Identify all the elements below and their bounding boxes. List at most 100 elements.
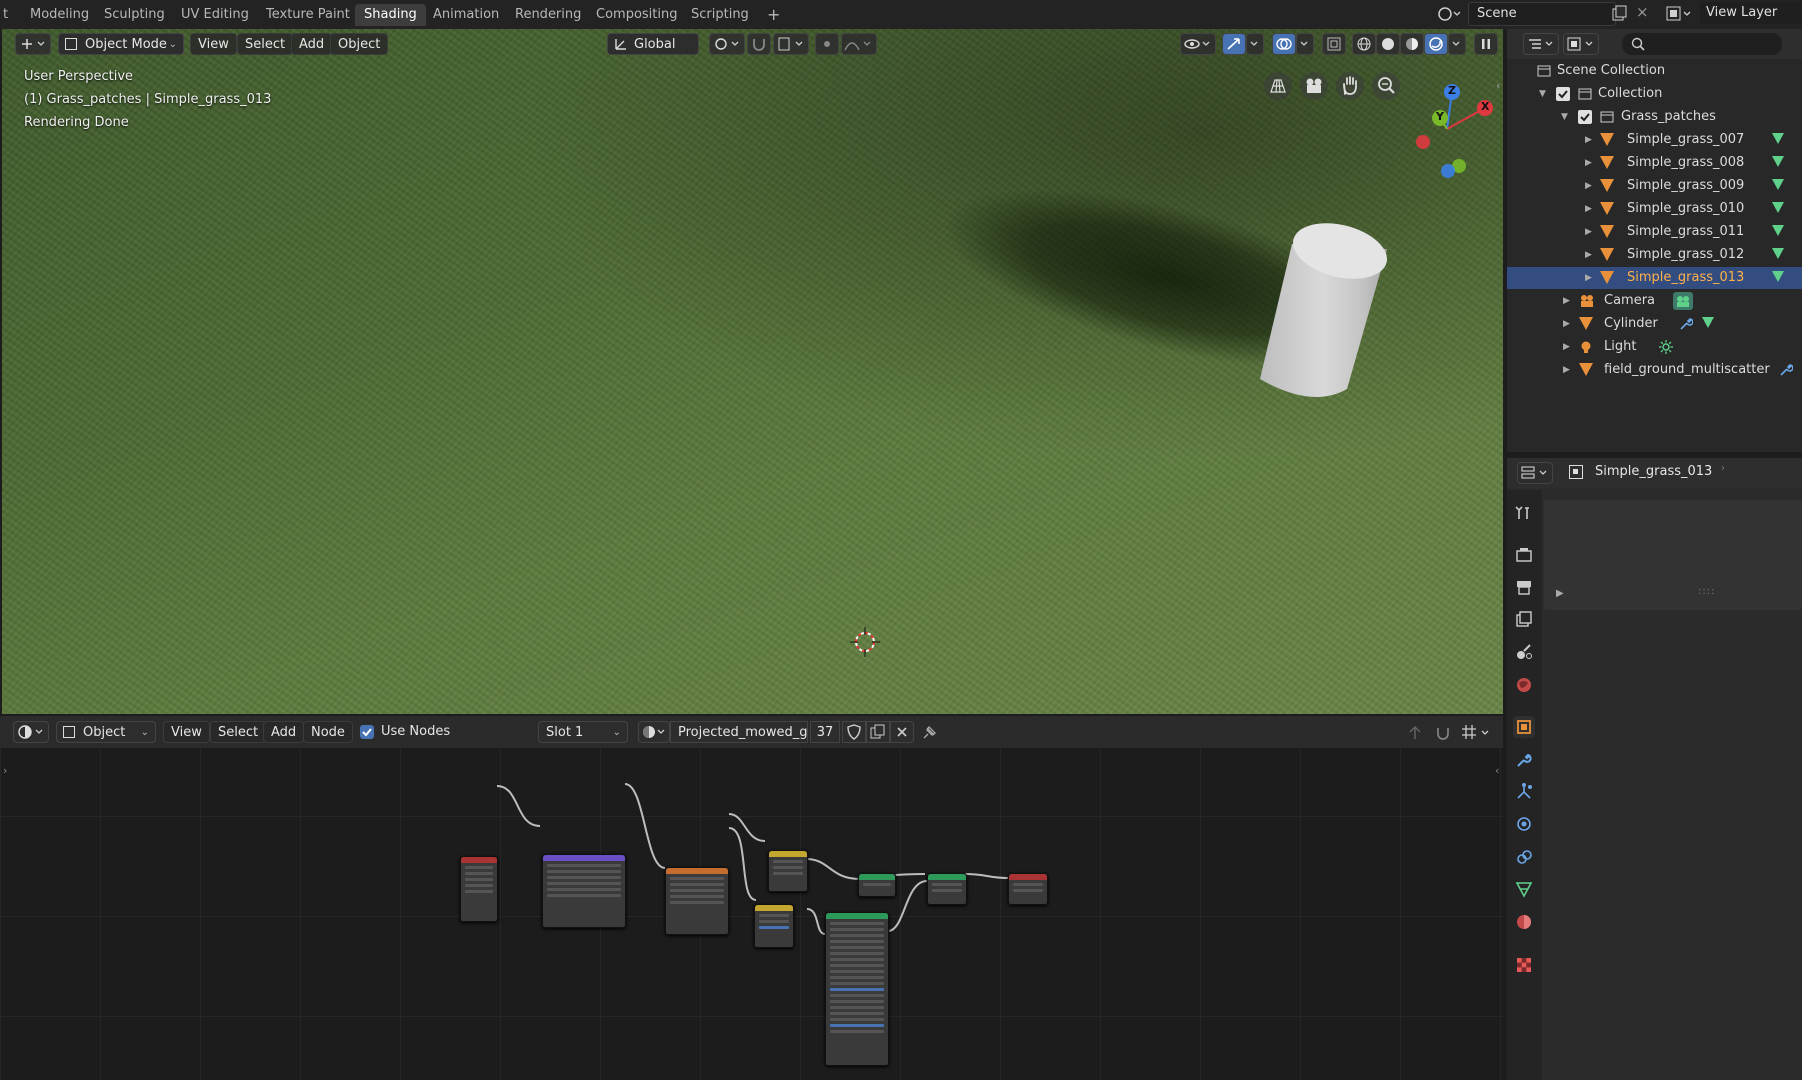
- expand-triangle-icon[interactable]: ▶: [1585, 198, 1592, 220]
- node-hue-saturation[interactable]: [754, 904, 794, 948]
- snap-target-icon[interactable]: [773, 33, 809, 55]
- texture-properties-icon[interactable]: [1513, 954, 1535, 976]
- modifier-wrench-icon[interactable]: [1679, 317, 1694, 331]
- outliner-item-camera[interactable]: ▶ Camera: [1507, 290, 1802, 312]
- view-layer-properties-icon[interactable]: [1513, 608, 1535, 630]
- node-mapping[interactable]: [542, 854, 626, 928]
- checkbox-icon[interactable]: [1578, 110, 1592, 124]
- scene-selector[interactable]: Scene: [1468, 2, 1616, 26]
- outliner-item-simple-grass-012[interactable]: ▶ Simple_grass_012: [1507, 244, 1802, 266]
- camera-view-icon[interactable]: [1300, 72, 1328, 100]
- outliner-scene-collection[interactable]: Scene Collection: [1507, 60, 1802, 82]
- output-properties-icon[interactable]: [1513, 576, 1535, 598]
- workspace-tab-modeling[interactable]: Modeling: [21, 4, 98, 26]
- xray-toggle-icon[interactable]: [1322, 33, 1346, 55]
- shading-solid-icon[interactable]: [1376, 33, 1400, 55]
- sidebar-toggle-icon[interactable]: ‹: [1496, 79, 1503, 95]
- overlays-toggle-icon[interactable]: [1272, 33, 1296, 55]
- expand-triangle-icon[interactable]: ▶: [1585, 152, 1592, 174]
- expand-triangle-icon[interactable]: ▶: [1563, 336, 1570, 358]
- outliner-item-simple-grass-013[interactable]: ▶ Simple_grass_013: [1507, 267, 1802, 289]
- material-properties-icon[interactable]: [1513, 911, 1535, 933]
- shading-material-icon[interactable]: [1400, 33, 1424, 55]
- display-mode-icon[interactable]: [1563, 33, 1599, 55]
- expand-triangle-icon[interactable]: ▶: [1563, 290, 1570, 312]
- workspace-tab-scripting[interactable]: Scripting: [682, 4, 758, 26]
- outliner-item-collection[interactable]: ▼ Collection: [1507, 83, 1802, 105]
- visibility-eye-icon[interactable]: [1180, 33, 1216, 55]
- constraint-properties-icon[interactable]: [1513, 846, 1535, 868]
- outliner-item-simple-grass-010[interactable]: ▶ Simple_grass_010: [1507, 198, 1802, 220]
- close-scene-icon[interactable]: ×: [1636, 3, 1656, 23]
- workspace-tab-animation[interactable]: Animation: [424, 4, 508, 26]
- expand-triangle-icon[interactable]: ▶: [1585, 267, 1592, 289]
- mesh-data-icon[interactable]: [1772, 179, 1786, 193]
- tool-properties-icon[interactable]: [1513, 502, 1535, 524]
- node-texture-coordinate[interactable]: [460, 856, 498, 922]
- view-layer-icon[interactable]: [1664, 4, 1694, 24]
- checkbox-icon[interactable]: [1556, 87, 1570, 101]
- proportional-falloff-icon[interactable]: [841, 33, 877, 55]
- shading-wireframe-icon[interactable]: [1352, 33, 1376, 55]
- workspace-tab-uv-editing[interactable]: UV Editing: [172, 4, 258, 26]
- mesh-data-properties-icon[interactable]: [1513, 878, 1535, 900]
- snap-icon[interactable]: [747, 33, 771, 55]
- axis-navigation-gizmo[interactable]: Z X Y: [1392, 74, 1502, 184]
- workspace-tab-shading[interactable]: Shading: [355, 4, 426, 26]
- camera-data-icon[interactable]: [1673, 292, 1693, 310]
- outliner-item-simple-grass-009[interactable]: ▶ Simple_grass_009: [1507, 175, 1802, 197]
- pivot-point-icon[interactable]: [709, 33, 745, 55]
- mesh-data-icon[interactable]: [1772, 271, 1786, 285]
- expand-triangle-icon[interactable]: ▶: [1585, 175, 1592, 197]
- outliner-item-simple-grass-008[interactable]: ▶ Simple_grass_008: [1507, 152, 1802, 174]
- pause-render-icon[interactable]: [1474, 33, 1498, 55]
- proportional-editing-icon[interactable]: [815, 33, 839, 55]
- 3d-viewport[interactable]: Object Mode ⌄ View Select Add Object Glo…: [2, 29, 1503, 714]
- add-workspace-button[interactable]: +: [758, 4, 789, 26]
- world-properties-icon[interactable]: [1513, 674, 1535, 696]
- gizmo-toggle-icon[interactable]: [1222, 33, 1246, 55]
- viewport-menu-object[interactable]: Object: [330, 33, 389, 55]
- mesh-data-icon[interactable]: [1772, 133, 1786, 147]
- shading-rendered-icon[interactable]: [1424, 33, 1448, 55]
- physics-properties-icon[interactable]: [1513, 813, 1535, 835]
- shader-node-editor[interactable]: Object ⌄ View Select Add Node Use Nodes …: [0, 716, 1503, 1080]
- outliner-item-grass-patches[interactable]: ▼ Grass_patches: [1507, 106, 1802, 128]
- node-image-texture[interactable]: [665, 867, 729, 935]
- node-principled-bsdf[interactable]: [825, 912, 889, 1066]
- pan-hand-icon[interactable]: [1336, 72, 1364, 100]
- outliner-item-simple-grass-007[interactable]: ▶ Simple_grass_007: [1507, 129, 1802, 151]
- mesh-data-icon[interactable]: [1772, 248, 1786, 262]
- mesh-data-icon[interactable]: [1702, 317, 1716, 331]
- new-scene-icon[interactable]: [1610, 4, 1630, 24]
- particle-properties-icon[interactable]: [1513, 781, 1535, 803]
- editor-type-icon[interactable]: [15, 33, 51, 55]
- view-layer-selector[interactable]: View Layer: [1700, 2, 1802, 24]
- object-mode-dropdown[interactable]: Object Mode ⌄: [58, 33, 184, 55]
- expand-triangle-icon[interactable]: ▶: [1563, 313, 1570, 335]
- viewport-menu-add[interactable]: Add: [291, 33, 333, 55]
- workspace-tab-texture-paint[interactable]: Texture Paint: [257, 4, 359, 26]
- gizmo-dropdown-icon[interactable]: [1246, 33, 1264, 55]
- workspace-tab-compositing[interactable]: Compositing: [587, 4, 687, 26]
- outliner-editor-type-icon[interactable]: [1523, 33, 1559, 55]
- viewport-menu-select[interactable]: Select: [237, 33, 294, 55]
- panel-expand-icon[interactable]: ▶: [1556, 588, 1564, 599]
- expand-triangle-icon[interactable]: ▶: [1585, 129, 1592, 151]
- workspace-tab-sculpting[interactable]: Sculpting: [95, 4, 174, 26]
- expand-triangle-icon[interactable]: ▶: [1585, 221, 1592, 243]
- overlays-dropdown-icon[interactable]: [1296, 33, 1314, 55]
- node-material-output[interactable]: [1008, 873, 1048, 905]
- outliner-item-simple-grass-011[interactable]: ▶ Simple_grass_011: [1507, 221, 1802, 243]
- properties-editor-type-icon[interactable]: [1517, 462, 1553, 484]
- outliner-item-field-ground-multiscatter[interactable]: ▶ field_ground_multiscatter: [1507, 359, 1802, 381]
- node-color-ramp[interactable]: [768, 850, 808, 892]
- modifier-wrench-icon[interactable]: [1779, 363, 1794, 377]
- light-data-icon[interactable]: [1659, 340, 1673, 354]
- expand-triangle-icon[interactable]: ▶: [1563, 359, 1570, 381]
- drag-handle-icon[interactable]: ::::: [1698, 586, 1715, 597]
- node-bump[interactable]: [858, 873, 896, 897]
- object-properties-icon[interactable]: [1513, 716, 1535, 738]
- cylinder-object[interactable]: [1252, 219, 1387, 409]
- scene-type-icon[interactable]: [1436, 4, 1462, 24]
